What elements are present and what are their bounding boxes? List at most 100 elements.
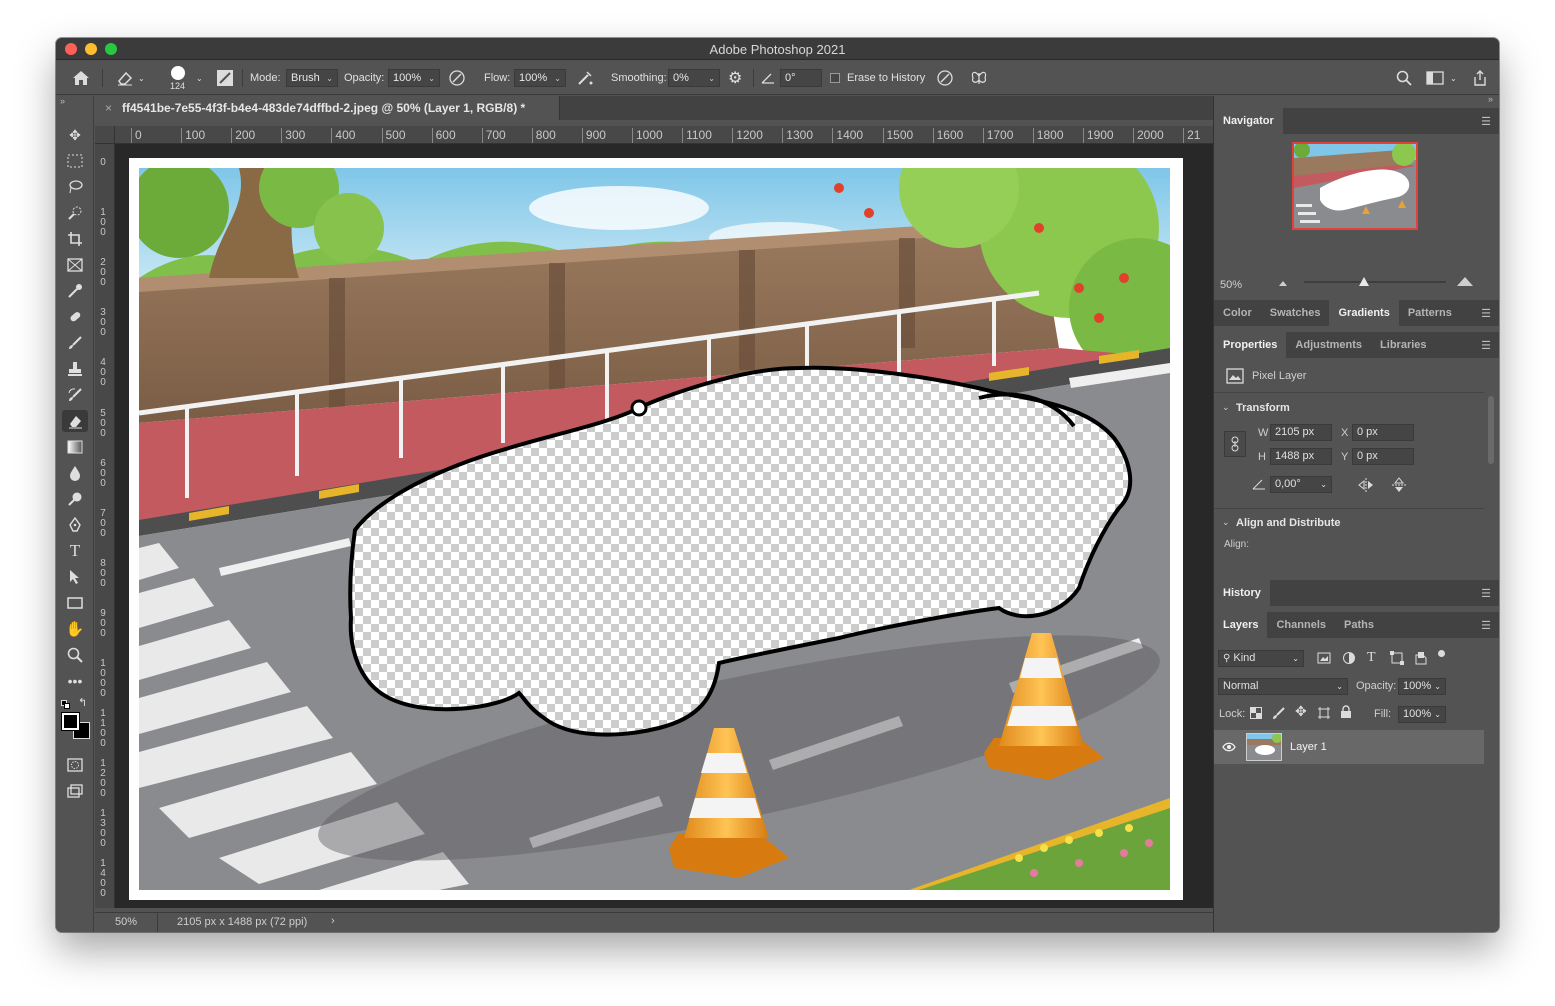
tab-properties[interactable]: Properties xyxy=(1214,332,1287,358)
blur-tool[interactable] xyxy=(62,462,88,484)
frame-tool[interactable] xyxy=(62,254,88,276)
tab-swatches[interactable]: Swatches xyxy=(1261,300,1330,326)
brush-preset-picker[interactable]: 124 xyxy=(170,61,185,95)
lock-position-icon[interactable]: ✥ xyxy=(1295,703,1307,720)
rectangle-tool[interactable] xyxy=(62,592,88,614)
foreground-color-swatch[interactable] xyxy=(61,712,80,731)
symmetry-button[interactable] xyxy=(970,61,988,95)
tab-patterns[interactable]: Patterns xyxy=(1399,300,1461,326)
x-position-input[interactable]: 0 px xyxy=(1352,424,1414,441)
navigator-zoom-value[interactable]: 50% xyxy=(1220,279,1242,291)
brush-settings-button[interactable] xyxy=(216,61,234,95)
brush-angle-input[interactable]: 0° xyxy=(780,69,822,87)
tab-history[interactable]: History xyxy=(1214,580,1270,606)
chevron-down-icon[interactable]: ⌄ xyxy=(1222,402,1230,413)
eye-icon[interactable] xyxy=(1222,742,1236,752)
airbrush-button[interactable] xyxy=(576,61,594,95)
zoom-in-mountain-icon[interactable] xyxy=(1456,275,1474,287)
tab-color[interactable]: Color xyxy=(1214,300,1261,326)
marquee-tool[interactable] xyxy=(62,150,88,172)
panel-menu-icon[interactable]: ☰ xyxy=(1481,115,1491,128)
canvas-document[interactable] xyxy=(129,158,1183,900)
default-colors-icon[interactable] xyxy=(61,700,71,710)
close-tab-icon[interactable]: × xyxy=(105,101,112,115)
panel-menu-icon[interactable]: ☰ xyxy=(1481,587,1491,600)
transform-section-title[interactable]: Transform xyxy=(1236,402,1290,414)
panel-menu-icon[interactable]: ☰ xyxy=(1481,339,1491,352)
lock-transparent-pixels-icon[interactable] xyxy=(1250,707,1262,719)
navigator-zoom-slider[interactable] xyxy=(1304,281,1446,283)
chevron-down-icon[interactable]: ⌄ xyxy=(1222,517,1230,528)
lasso-tool[interactable] xyxy=(62,176,88,198)
flip-vertical-icon[interactable] xyxy=(1392,477,1406,493)
flow-input[interactable]: 100% ⌄ xyxy=(514,69,566,87)
edit-toolbar-button[interactable]: ••• xyxy=(62,670,88,692)
crop-tool[interactable] xyxy=(62,228,88,250)
smoothing-input[interactable]: 0% ⌄ xyxy=(668,69,720,87)
artwork-image[interactable] xyxy=(139,168,1170,890)
lock-artboard-icon[interactable] xyxy=(1317,706,1331,720)
type-tool[interactable]: T xyxy=(62,540,88,562)
share-button[interactable] xyxy=(1472,61,1488,95)
tool-preset-picker[interactable]: ⌄ xyxy=(116,61,145,95)
tab-gradients[interactable]: Gradients xyxy=(1329,300,1399,326)
brush-tool[interactable] xyxy=(62,332,88,354)
filter-shape-icon[interactable] xyxy=(1390,651,1404,665)
navigator-zoom-thumb[interactable] xyxy=(1359,277,1369,286)
status-menu-arrow[interactable]: › xyxy=(331,915,335,927)
move-tool[interactable]: ✥ xyxy=(62,124,88,146)
tab-adjustments[interactable]: Adjustments xyxy=(1286,332,1371,358)
filter-type-icon[interactable]: T xyxy=(1367,650,1376,666)
gradient-tool[interactable] xyxy=(62,436,88,458)
layer-opacity-input[interactable]: 100% ⌄ xyxy=(1398,678,1446,695)
filter-toggle-icon[interactable] xyxy=(1438,650,1445,657)
search-button[interactable] xyxy=(1396,61,1412,95)
ruler-origin[interactable] xyxy=(95,126,115,144)
layer-name[interactable]: Layer 1 xyxy=(1290,741,1327,753)
erase-to-history-checkbox[interactable] xyxy=(830,73,840,83)
blend-mode-dropdown[interactable]: Normal ⌄ xyxy=(1218,678,1348,695)
lock-image-pixels-icon[interactable] xyxy=(1272,706,1286,720)
opacity-input[interactable]: 100% ⌄ xyxy=(388,69,440,87)
fill-input[interactable]: 100% ⌄ xyxy=(1398,706,1446,723)
pressure-opacity-button[interactable] xyxy=(448,61,466,95)
quick-selection-tool[interactable] xyxy=(62,202,88,224)
workspace-switcher[interactable]: ⌄ xyxy=(1426,61,1457,95)
pen-tool[interactable] xyxy=(62,514,88,536)
tab-paths[interactable]: Paths xyxy=(1335,612,1383,638)
collapse-toolbar-icon[interactable]: » xyxy=(60,96,65,106)
panel-menu-icon[interactable]: ☰ xyxy=(1481,619,1491,632)
hand-tool[interactable]: ✋ xyxy=(62,618,88,640)
layer-row[interactable]: Layer 1 xyxy=(1214,730,1484,764)
zoom-level[interactable]: 50% xyxy=(115,916,137,928)
filter-adjustment-icon[interactable] xyxy=(1342,651,1356,665)
tab-libraries[interactable]: Libraries xyxy=(1371,332,1435,358)
healing-brush-tool[interactable] xyxy=(62,306,88,328)
flip-horizontal-icon[interactable] xyxy=(1358,478,1374,492)
eraser-tool[interactable] xyxy=(62,410,88,432)
rotation-input[interactable]: 0,00° ⌄ xyxy=(1270,476,1332,493)
link-dimensions-button[interactable] xyxy=(1224,431,1246,457)
layer-filter-dropdown[interactable]: ⚲ Kind ⌄ xyxy=(1218,650,1304,667)
screen-mode-button[interactable] xyxy=(62,780,88,802)
home-button[interactable] xyxy=(72,61,90,95)
quick-mask-button[interactable] xyxy=(62,754,88,776)
filter-pixel-icon[interactable] xyxy=(1317,652,1331,664)
navigator-tab[interactable]: Navigator xyxy=(1214,108,1283,134)
zoom-out-mountain-icon[interactable] xyxy=(1278,278,1290,288)
mode-dropdown[interactable]: Brush ⌄ xyxy=(286,69,338,87)
history-brush-tool[interactable] xyxy=(62,384,88,406)
clone-stamp-tool[interactable] xyxy=(62,358,88,380)
align-section-title[interactable]: Align and Distribute xyxy=(1236,517,1341,529)
dodge-tool[interactable] xyxy=(62,488,88,510)
width-input[interactable]: 2105 px xyxy=(1270,424,1332,441)
navigator-preview[interactable] xyxy=(1292,142,1418,230)
swap-colors-icon[interactable]: ↰ xyxy=(78,696,87,709)
tab-layers[interactable]: Layers xyxy=(1214,612,1268,638)
height-input[interactable]: 1488 px xyxy=(1270,448,1332,465)
chevron-down-icon[interactable]: ⌄ xyxy=(196,61,203,95)
smoothing-settings-button[interactable]: ⚙ xyxy=(728,61,742,95)
panel-menu-icon[interactable]: ☰ xyxy=(1481,307,1491,320)
tab-channels[interactable]: Channels xyxy=(1267,612,1335,638)
pressure-size-button[interactable] xyxy=(936,61,954,95)
